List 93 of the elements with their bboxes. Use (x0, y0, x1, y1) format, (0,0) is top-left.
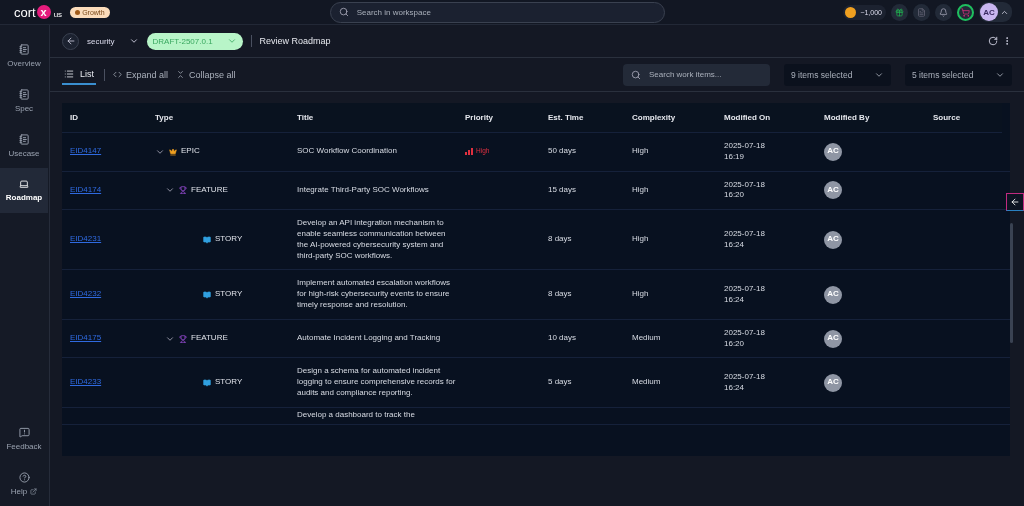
complexity-text: Medium (632, 333, 661, 344)
workspace-search-field[interactable]: Search in workspace (329, 1, 665, 23)
item-id-link[interactable]: EID4231 (70, 234, 102, 246)
title-text: SOC Workflow Coordination (297, 146, 397, 158)
title-text: Develop a dashboard to track the (297, 410, 415, 422)
project-dropdown[interactable]: security (87, 36, 139, 46)
help-icon (18, 471, 30, 483)
type-label: EPIC (181, 146, 200, 158)
modified-date-text: 2025-07-18 16:19 (724, 141, 765, 163)
back-button[interactable] (62, 32, 79, 50)
modified-date-text: 2025-07-18 16:24 (724, 283, 765, 306)
collapse-all-button[interactable]: Collapse all (176, 69, 236, 80)
document-icon[interactable] (913, 3, 930, 21)
modified-date-text: 2025-07-18 16:20 (724, 179, 765, 202)
sidebar-item[interactable]: Spec (0, 78, 48, 123)
item-id-link[interactable]: EID4175 (70, 333, 102, 344)
est-time-text: 8 days (548, 289, 572, 300)
complexity-text: Medium (632, 377, 661, 388)
title-text: Automate Incident Logging and Tracking (297, 333, 441, 344)
sidebar-item[interactable]: Help (0, 461, 48, 506)
type-label: STORY (215, 377, 243, 388)
sidebar-item[interactable]: Usecase (0, 123, 48, 168)
user-avatar: AC (824, 142, 842, 161)
sidebar-item[interactable]: Roadmap (0, 168, 48, 213)
gift-icon[interactable] (891, 3, 908, 21)
modified-date-text: 2025-07-18 16:24 (724, 371, 765, 394)
collapse-icon (176, 70, 186, 79)
back-arrow-icon (65, 36, 76, 46)
logo: cort x us (14, 4, 63, 20)
sidebar-item[interactable]: Feedback (0, 416, 48, 461)
est-time-text: 10 days (548, 333, 577, 344)
search-input[interactable]: Search in workspace (354, 6, 656, 18)
user-avatar: AC (980, 3, 998, 21)
est-time-text: 50 days (548, 146, 577, 158)
notebook-icon (18, 43, 30, 55)
notification-icon[interactable] (935, 3, 952, 21)
item-id-link[interactable]: EID4147 (70, 146, 102, 158)
laptop-icon (19, 179, 29, 189)
modified-date-text: 2025-07-18 16:24 (724, 229, 765, 251)
page-title: Review Roadmap (259, 36, 331, 46)
chevron-down-icon (226, 36, 237, 46)
type-label: STORY (215, 289, 243, 300)
trophy-icon (179, 334, 187, 343)
item-id-link[interactable]: EID4233 (70, 377, 102, 388)
title-text: Develop an API integration mechanism to enable seamless communication between the AI-powered cybersecurity system and third-party SOC workflows. (297, 218, 447, 262)
notebook-icon (18, 88, 30, 100)
complexity-text: High (632, 146, 649, 158)
trophy-icon (179, 186, 187, 195)
complexity-text: High (632, 289, 649, 300)
book-icon (203, 290, 211, 299)
complexity-text: High (632, 185, 649, 196)
modified-date-text: 2025-07-18 16:20 (724, 327, 765, 350)
feedback-icon (18, 426, 30, 438)
search-icon (631, 69, 641, 80)
collapse-panel-button[interactable] (1006, 193, 1024, 211)
est-time-text: 5 days (548, 377, 572, 388)
code-brackets-icon (113, 70, 122, 79)
external-link-icon (30, 487, 38, 495)
user-avatar: AC (824, 285, 842, 304)
user-avatar: AC (824, 329, 842, 348)
book-icon (203, 235, 211, 244)
arrow-left-icon (1010, 197, 1020, 207)
chevron-down-icon (128, 36, 139, 46)
notebook-icon (18, 133, 30, 145)
work-items-search-field[interactable]: Search work items... (623, 63, 770, 86)
book-icon (203, 378, 211, 387)
est-time-text: 15 days (548, 185, 577, 196)
complexity-text: High (632, 234, 649, 246)
title-text: Integrate Third-Party SOC Workflows (297, 185, 429, 196)
search-input[interactable]: Search work items... (647, 69, 762, 80)
est-time-text: 8 days (548, 234, 572, 246)
user-avatar: AC (824, 181, 842, 200)
filter-dropdown[interactable]: 5 items selected (905, 63, 1012, 86)
item-id-link[interactable]: EID4232 (70, 289, 102, 300)
search-icon (338, 7, 349, 17)
refresh-icon[interactable] (988, 36, 998, 46)
expand-all-button[interactable]: Expand all (113, 69, 169, 80)
sidebar-item[interactable]: Overview (0, 33, 48, 78)
title-text: Design a schema for automated incident logging to ensure comprehensive records for audits and compliance reporting. (297, 366, 457, 399)
profile-menu-button[interactable]: AC (979, 2, 1012, 22)
list-icon (64, 68, 74, 79)
type-label: FEATURE (191, 333, 228, 344)
filter-dropdown[interactable]: 9 items selected (784, 63, 891, 86)
crown-icon (169, 147, 177, 156)
signal-bars-icon (465, 148, 474, 156)
type-label: FEATURE (191, 185, 228, 196)
type-label: STORY (215, 234, 243, 246)
user-avatar: AC (824, 230, 842, 249)
view-tab[interactable]: List (62, 64, 96, 85)
title-text: Implement automated escalation workflows for high-risk cybersecurity events to ensure timely response and resolution. (297, 278, 451, 311)
cart-icon[interactable] (957, 3, 974, 21)
item-id-link[interactable]: EID4174 (70, 185, 102, 196)
user-avatar: AC (824, 373, 842, 392)
